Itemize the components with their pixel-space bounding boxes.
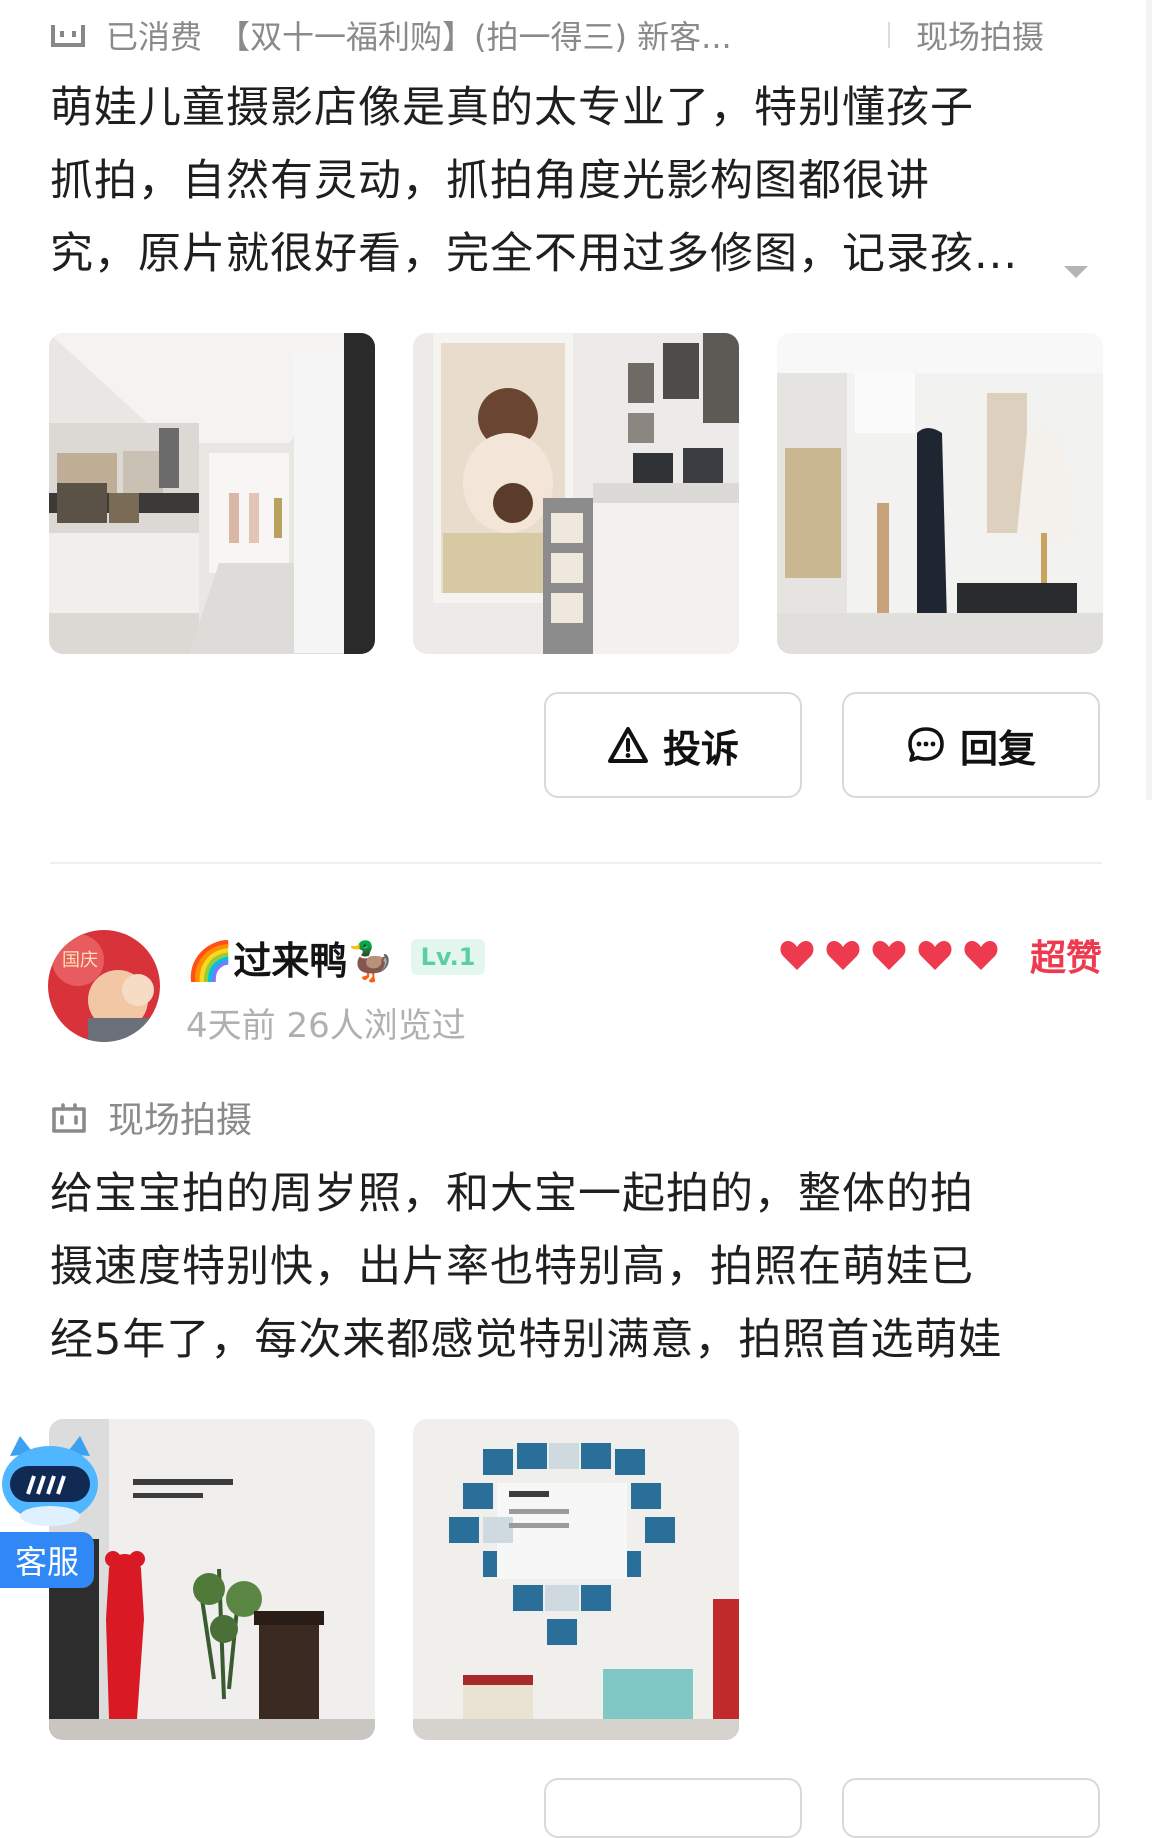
username[interactable]: 🌈过来鸭🦆 (186, 930, 395, 985)
review-1-photo-3[interactable] (777, 333, 1103, 654)
rating-label: 超赞 (1030, 938, 1103, 979)
reply-label: 回复 (959, 726, 1036, 771)
product-name[interactable]: 【双十一福利购】(拍一得三) 新客... (218, 12, 858, 58)
rating: 超赞 (778, 932, 1103, 979)
heart-icon (870, 936, 908, 974)
robot-mascot-icon (0, 1436, 100, 1526)
review-meta: 4天前 26人浏览过 (186, 1006, 466, 1046)
consumed-status: 已消费 (106, 18, 203, 56)
svg-text:国庆: 国庆 (62, 950, 98, 971)
review-text-line: 经5年了，每次来都感觉特别满意，拍照首选萌娃 (50, 1315, 1003, 1365)
review-divider (50, 862, 1102, 864)
customer-service-widget[interactable]: 客服 (0, 1436, 100, 1596)
complain-label: 投诉 (662, 726, 739, 771)
heart-icon (824, 936, 862, 974)
service-type: 现场拍摄 (108, 1100, 253, 1141)
avatar[interactable]: 国庆 (48, 930, 160, 1042)
review-text-line: 给宝宝拍的周岁照，和大宝一起拍的，整体的拍 (50, 1169, 974, 1219)
service-type: 现场拍摄 (916, 18, 1045, 56)
review-2-tag-row: 现场拍摄 (50, 1092, 252, 1142)
next-reply-button[interactable] (842, 1778, 1100, 1838)
reply-button[interactable]: 回复 (842, 692, 1100, 798)
shop-bag-icon (50, 21, 86, 49)
level-badge: Lv.1 (410, 939, 486, 975)
review-text-line: 摄速度特别快，出片率也特别高，拍照在萌娃已 (50, 1242, 974, 1292)
complain-button[interactable]: 投诉 (544, 692, 802, 798)
review-1-text[interactable]: 萌娃儿童摄影店像是真的太专业了，特别懂孩子 抓拍，自然有灵动，抓拍角度光影构图都… (50, 72, 1090, 291)
scrollbar[interactable] (1146, 0, 1152, 800)
review-1-tag-row: 已消费 【双十一福利购】(拍一得三) 新客... 现场拍摄 (50, 10, 1110, 60)
heart-icon (916, 936, 954, 974)
tag-divider (888, 22, 891, 48)
review-1-photo-1[interactable] (49, 333, 375, 654)
review-text-line: 萌娃儿童摄影店像是真的太专业了，特别懂孩子 (50, 83, 974, 133)
review-1-photo-2[interactable] (413, 333, 739, 654)
review-2-photo-2[interactable] (413, 1419, 739, 1740)
shop-bag-icon (50, 1099, 88, 1135)
comment-icon (906, 725, 946, 765)
review-text-line: 抓拍，自然有灵动，抓拍角度光影构图都很讲 (50, 156, 930, 206)
warning-icon (607, 726, 649, 764)
expand-arrow-icon[interactable] (1062, 262, 1090, 282)
heart-icon (778, 936, 816, 974)
customer-service-label: 客服 (0, 1532, 94, 1588)
review-text-line: 究，原片就很好看，完全不用过多修图，记录孩... (50, 229, 1019, 279)
next-complain-button[interactable] (544, 1778, 802, 1838)
heart-icon (962, 936, 1000, 974)
user-row: 🌈过来鸭🦆 Lv.1 (186, 928, 486, 986)
review-2-text[interactable]: 给宝宝拍的周岁照，和大宝一起拍的，整体的拍 摄速度特别快，出片率也特别高，拍照在… (50, 1158, 1090, 1377)
